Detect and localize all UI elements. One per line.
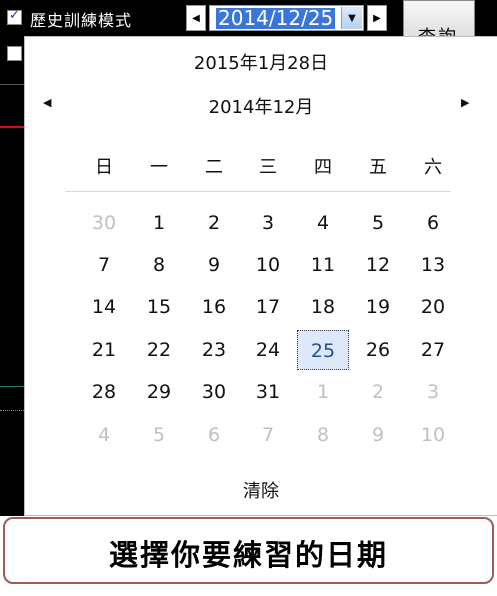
day-cell[interactable]: 19	[358, 290, 398, 324]
day-cell[interactable]: 15	[139, 290, 179, 324]
day-cell[interactable]: 6	[413, 206, 453, 240]
app-divider	[0, 84, 24, 85]
day-cell[interactable]: 11	[303, 248, 343, 282]
day-cell[interactable]: 10	[248, 248, 288, 282]
chart-red-line	[0, 126, 24, 128]
day-cell[interactable]: 20	[413, 290, 453, 324]
day-cell[interactable]: 31	[248, 375, 288, 409]
weekday-label: 六	[424, 157, 442, 178]
today-date-label[interactable]: 2015年1月28日	[25, 49, 497, 75]
adjacent-month-day-cell[interactable]: 7	[248, 418, 288, 452]
day-cell[interactable]: 16	[194, 290, 234, 324]
adjacent-month-day-cell[interactable]: 6	[194, 418, 234, 452]
day-cell[interactable]: 5	[358, 206, 398, 240]
day-cell[interactable]: 21	[84, 333, 124, 367]
day-cell[interactable]: 13	[413, 248, 453, 282]
weekday-divider	[65, 191, 451, 192]
chart-dotted-line	[0, 410, 24, 411]
history-mode-checkbox[interactable]	[7, 8, 22, 25]
adjacent-month-day-cell[interactable]: 1	[303, 375, 343, 409]
instruction-text: 選擇你要練習的日期	[108, 538, 388, 572]
weekday-label: 三	[259, 157, 277, 178]
day-cell[interactable]: 4	[303, 206, 343, 240]
month-title[interactable]: 2014年12月	[25, 93, 497, 119]
previous-date-button[interactable]: ◀	[186, 5, 206, 31]
adjacent-month-day-cell[interactable]: 30	[84, 206, 124, 240]
instruction-caption: 選擇你要練習的日期	[3, 517, 494, 584]
adjacent-month-day-cell[interactable]: 3	[413, 375, 453, 409]
weekday-label: 日	[95, 157, 113, 178]
day-cell[interactable]: 24	[248, 333, 288, 367]
day-cell[interactable]: 30	[194, 375, 234, 409]
selected-day-cell[interactable]: 25	[297, 330, 349, 370]
calendar-dropdown: 2015年1月28日 ◀ 2014年12月 ▶ 日一二三四五六 30 1 2 3 4 5 6…	[24, 36, 497, 516]
date-value[interactable]: 2014/12/25	[216, 8, 336, 29]
day-cell[interactable]: 26	[358, 333, 398, 367]
chart-teal-line	[0, 386, 24, 387]
day-cell[interactable]: 28	[84, 375, 124, 409]
day-cell[interactable]: 12	[358, 248, 398, 282]
day-cell[interactable]: 23	[194, 333, 234, 367]
day-cell[interactable]: 17	[248, 290, 288, 324]
day-cell[interactable]: 9	[194, 248, 234, 282]
triangle-right-icon: ▶	[461, 96, 470, 109]
adjacent-month-day-cell[interactable]: 4	[84, 418, 124, 452]
day-cell[interactable]: 3	[248, 206, 288, 240]
day-cell[interactable]: 14	[84, 290, 124, 324]
day-cell[interactable]: 27	[413, 333, 453, 367]
next-date-button[interactable]: ▶	[367, 5, 387, 31]
adjacent-month-day-cell[interactable]: 2	[358, 375, 398, 409]
adjacent-month-day-cell[interactable]: 8	[303, 418, 343, 452]
day-cell[interactable]: 7	[84, 248, 124, 282]
adjacent-month-day-cell[interactable]: 5	[139, 418, 179, 452]
day-cell[interactable]: 22	[139, 333, 179, 367]
adjacent-month-day-cell[interactable]: 10	[413, 418, 453, 452]
triangle-left-icon: ◀	[192, 12, 200, 24]
day-cell[interactable]: 1	[139, 206, 179, 240]
secondary-checkbox[interactable]	[7, 46, 22, 61]
day-cell[interactable]: 29	[139, 375, 179, 409]
weekday-label: 二	[205, 157, 223, 178]
history-mode-label: 歷史訓練模式	[30, 11, 133, 30]
date-dropdown-button[interactable]: ▼	[341, 7, 362, 29]
triangle-down-icon: ▼	[348, 12, 356, 24]
next-month-button[interactable]: ▶	[461, 96, 469, 109]
weekday-label: 一	[150, 157, 168, 178]
clear-button[interactable]: 清除	[25, 477, 497, 503]
day-cell[interactable]: 2	[194, 206, 234, 240]
adjacent-month-day-cell[interactable]: 9	[358, 418, 398, 452]
weekday-label: 五	[369, 157, 387, 178]
date-picker-field[interactable]: 2014/12/25 ▼	[209, 5, 364, 31]
day-cell[interactable]: 18	[303, 290, 343, 324]
app-background	[0, 36, 24, 516]
day-cell[interactable]: 8	[139, 248, 179, 282]
query-button[interactable]: 查詢	[403, 0, 475, 40]
weekday-label: 四	[314, 157, 332, 178]
triangle-right-icon: ▶	[373, 12, 381, 24]
